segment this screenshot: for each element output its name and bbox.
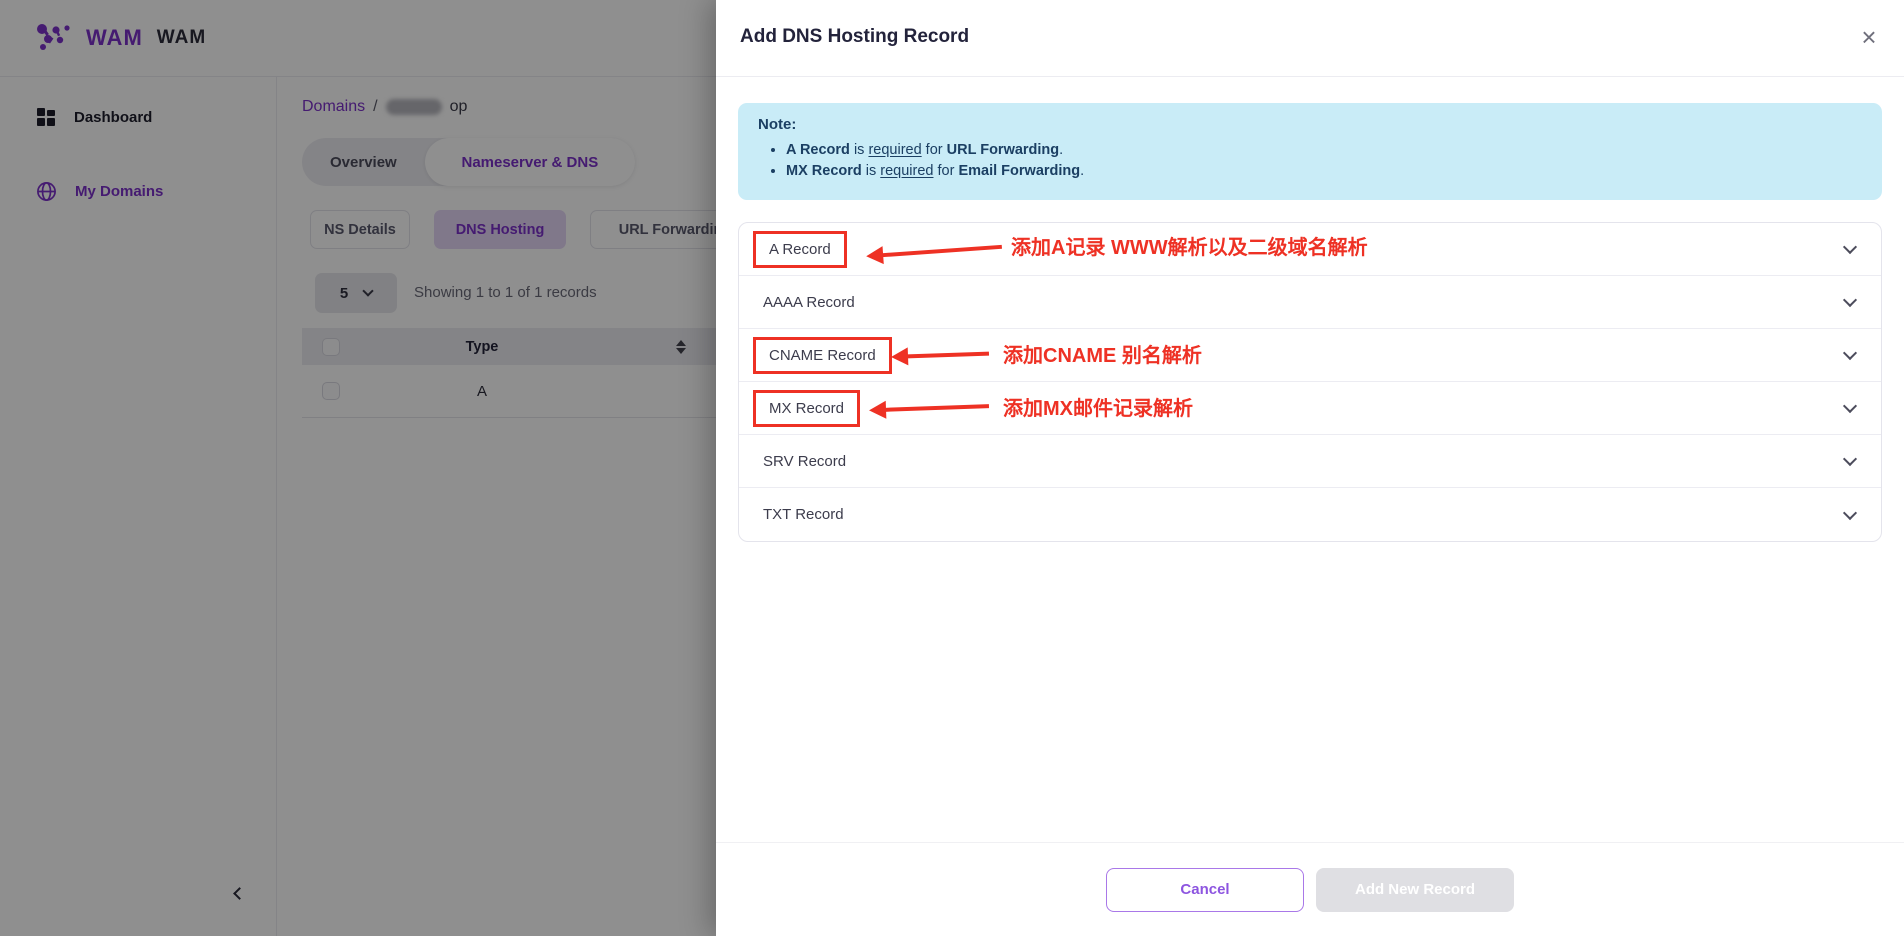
mx-record-label: MX Record <box>753 390 860 427</box>
modal-footer: Cancel Add New Record <box>716 842 1904 936</box>
txt-record-label: TXT Record <box>763 506 844 523</box>
screen: WAM WAM Dashboard <box>0 0 1904 936</box>
chevron-down-icon <box>1843 452 1857 466</box>
aaaa-record-label: AAAA Record <box>763 294 855 311</box>
a-record-label: A Record <box>753 231 847 268</box>
accordion-txt-record[interactable]: TXT Record <box>739 488 1881 541</box>
add-new-record-button[interactable]: Add New Record <box>1316 868 1514 912</box>
record-type-accordion: A Record 添加A记录 WWW解析以及二级域名解析 AAAA Record… <box>738 222 1882 542</box>
annotation-mx-record: 添加MX邮件记录解析 <box>1003 392 1193 421</box>
accordion-aaaa-record[interactable]: AAAA Record <box>739 276 1881 329</box>
modal-header: Add DNS Hosting Record × <box>716 0 1904 77</box>
note-title: Note: <box>758 116 1862 133</box>
cname-record-label: CNAME Record <box>753 337 892 374</box>
chevron-down-icon <box>1843 399 1857 413</box>
annotation-a-record: 添加A记录 WWW解析以及二级域名解析 <box>1011 231 1368 260</box>
chevron-down-icon <box>1843 346 1857 360</box>
accordion-cname-record[interactable]: CNAME Record 添加CNAME 别名解析 <box>739 329 1881 382</box>
accordion-a-record[interactable]: A Record 添加A记录 WWW解析以及二级域名解析 <box>739 223 1881 276</box>
note-list: A Record is required for URL Forwarding.… <box>786 140 1862 182</box>
chevron-down-icon <box>1843 293 1857 307</box>
note-item: MX Record is required for Email Forwardi… <box>786 161 1862 182</box>
close-icon[interactable]: × <box>1852 20 1886 54</box>
note-box: Note: A Record is required for URL Forwa… <box>738 103 1882 200</box>
accordion-mx-record[interactable]: MX Record 添加MX邮件记录解析 <box>739 382 1881 435</box>
accordion-srv-record[interactable]: SRV Record <box>739 435 1881 488</box>
modal-title: Add DNS Hosting Record <box>740 26 969 48</box>
add-dns-record-modal: Add DNS Hosting Record × Note: A Record … <box>716 0 1904 936</box>
chevron-down-icon <box>1843 240 1857 254</box>
red-arrow-icon <box>885 404 989 412</box>
cancel-button[interactable]: Cancel <box>1106 868 1304 912</box>
annotation-cname-record: 添加CNAME 别名解析 <box>1003 339 1202 368</box>
red-arrow-icon <box>882 245 1002 257</box>
red-arrow-icon <box>907 352 989 359</box>
chevron-down-icon <box>1843 505 1857 519</box>
srv-record-label: SRV Record <box>763 453 846 470</box>
note-item: A Record is required for URL Forwarding. <box>786 140 1862 161</box>
